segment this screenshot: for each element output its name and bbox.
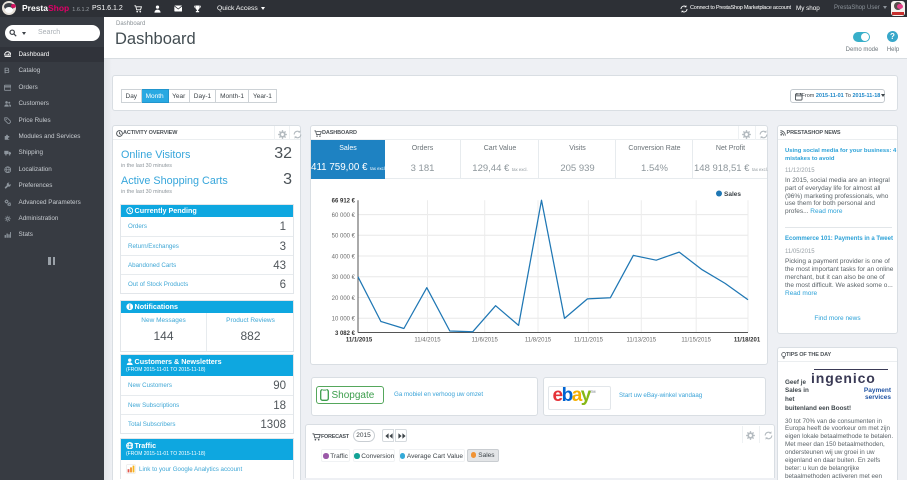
svg-text:30 000 €: 30 000 € [332,275,356,281]
svg-text:11/15/2015: 11/15/2015 [681,338,711,344]
svg-text:3 082 €: 3 082 € [335,331,356,337]
svg-text:66 912 €: 66 912 € [332,199,356,205]
svg-text:11/1/2015: 11/1/2015 [346,338,373,344]
svg-text:11/13/2015: 11/13/2015 [627,338,657,344]
svg-text:11/8/2015: 11/8/2015 [525,338,552,344]
svg-text:11/4/2015: 11/4/2015 [414,338,441,344]
svg-text:40 000 €: 40 000 € [332,254,356,260]
svg-text:50 000 €: 50 000 € [332,234,356,240]
svg-text:60 000 €: 60 000 € [332,213,356,219]
svg-text:11/18/201: 11/18/201 [734,338,761,344]
svg-text:11/6/2015: 11/6/2015 [472,338,499,344]
svg-text:Sales: Sales [724,191,741,198]
svg-text:10 000 €: 10 000 € [332,317,356,323]
svg-text:20 000 €: 20 000 € [332,296,356,302]
svg-text:11/11/2015: 11/11/2015 [574,338,604,344]
